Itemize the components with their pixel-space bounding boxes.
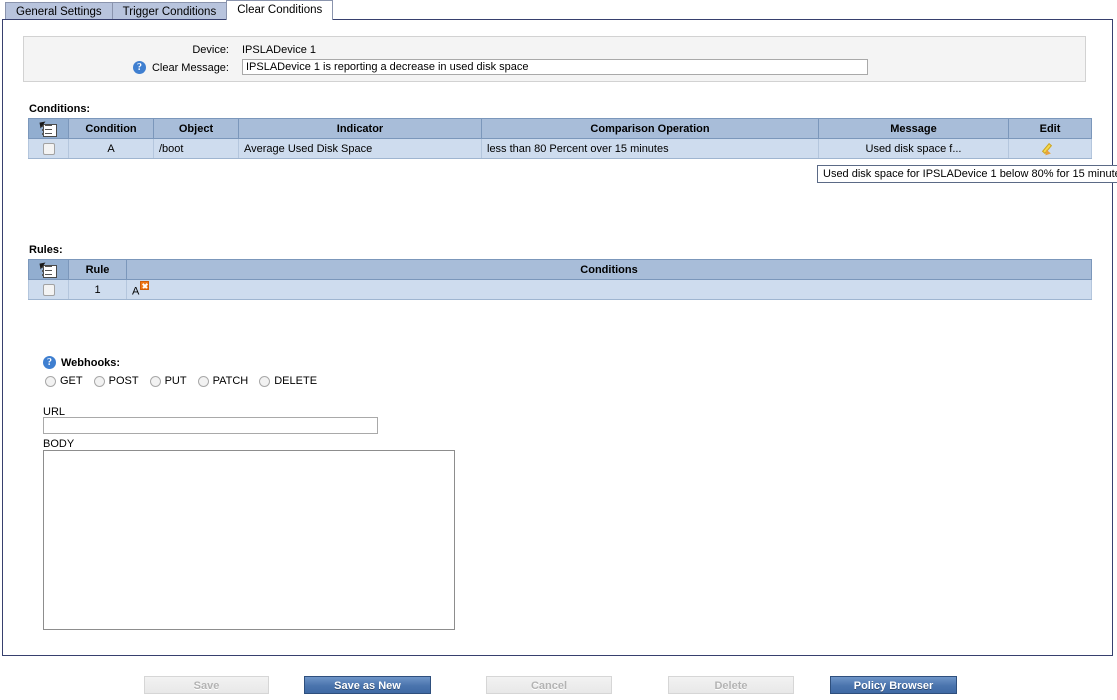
rules-col-conditions[interactable]: Conditions <box>126 259 1092 280</box>
conditions-col-edit[interactable]: Edit <box>1008 118 1092 139</box>
conditions-cell-object: /boot <box>153 138 239 159</box>
radio-label-patch: PATCH <box>212 375 249 387</box>
webhooks-title: Webhooks: <box>61 356 121 369</box>
conditions-title: Conditions: <box>29 103 91 115</box>
rules-col-rule[interactable]: Rule <box>68 259 127 280</box>
row-checkbox[interactable] <box>42 283 55 296</box>
radio-label-post: POST <box>108 375 139 387</box>
delete-button[interactable]: Delete <box>668 676 794 694</box>
conditions-cell-condition: A <box>68 138 154 159</box>
radio-method-patch[interactable]: PATCH <box>197 375 249 387</box>
radio-method-delete[interactable]: DELETE <box>259 375 317 387</box>
device-value: IPSLADevice 1 <box>242 44 316 56</box>
conditions-col-object[interactable]: Object <box>153 118 239 139</box>
rules-select-all-header[interactable] <box>28 259 69 280</box>
policy-browser-button[interactable]: Policy Browser <box>830 676 957 694</box>
conditions-cell-comparison: less than 80 Percent over 15 minutes <box>481 138 819 159</box>
pencil-edit-icon[interactable] <box>1041 142 1057 157</box>
radio-circle-icon[interactable] <box>149 375 161 387</box>
radio-method-get[interactable]: GET <box>45 375 83 387</box>
conditions-cell-edit <box>1008 138 1092 159</box>
clear-conditions-panel: Device: IPSLADevice 1 ? Clear Message: C… <box>2 19 1117 656</box>
conditions-col-indicator[interactable]: Indicator <box>238 118 482 139</box>
body-textarea[interactable] <box>43 450 455 630</box>
table-row[interactable]: 1 A <box>28 279 1092 300</box>
rule-condition-token: A <box>132 285 140 298</box>
rules-title: Rules: <box>29 244 63 256</box>
device-label: Device: <box>192 44 229 56</box>
rules-cell-conditions: A <box>126 279 1092 300</box>
clear-message-label: Clear Message: <box>151 61 229 74</box>
conditions-header-row: Condition Object Indicator Comparison Op… <box>28 118 1092 139</box>
tab-clear-conditions[interactable]: Clear Conditions <box>226 0 334 20</box>
radio-method-put[interactable]: PUT <box>149 375 187 387</box>
row-checkbox[interactable] <box>42 142 55 155</box>
device-label-row: Device: <box>24 44 229 56</box>
radio-label-put: PUT <box>164 375 187 387</box>
footer-button-bar: Save Save as New Cancel Delete Policy Br… <box>0 660 1117 700</box>
radio-label-delete: DELETE <box>274 375 318 387</box>
radio-circle-icon[interactable] <box>197 375 209 387</box>
device-header-box: Device: IPSLADevice 1 ? Clear Message: <box>23 36 1086 82</box>
select-list-icon[interactable] <box>39 262 57 278</box>
rules-table: Rule Conditions 1 A <box>28 259 1092 300</box>
webhook-method-radio-group: GET POST PUT PATCH DELETE <box>45 375 328 387</box>
delete-condition-icon[interactable] <box>140 281 150 291</box>
conditions-select-all-header[interactable] <box>28 118 69 139</box>
conditions-col-message[interactable]: Message <box>818 118 1009 139</box>
clear-message-input[interactable] <box>242 59 868 75</box>
save-as-new-button[interactable]: Save as New <box>304 676 431 694</box>
conditions-cell-indicator: Average Used Disk Space <box>238 138 482 159</box>
select-list-icon[interactable] <box>39 121 57 137</box>
rules-row-checkbox-cell <box>28 279 69 300</box>
save-button[interactable]: Save <box>144 676 269 694</box>
conditions-cell-message: Used disk space f... <box>818 138 1009 159</box>
radio-circle-icon[interactable] <box>45 375 56 387</box>
radio-method-post[interactable]: POST <box>93 375 139 387</box>
clear-message-label-row: ? Clear Message: <box>24 61 229 74</box>
conditions-col-condition[interactable]: Condition <box>68 118 154 139</box>
table-row[interactable]: A /boot Average Used Disk Space less tha… <box>28 138 1092 159</box>
conditions-col-comparison[interactable]: Comparison Operation <box>481 118 819 139</box>
url-input[interactable] <box>43 417 378 434</box>
help-icon[interactable]: ? <box>132 61 146 74</box>
tab-general-settings[interactable]: General Settings <box>5 2 113 20</box>
rules-header-row: Rule Conditions <box>28 259 1092 280</box>
webhooks-title-row: ? Webhooks: <box>43 356 120 369</box>
rules-cell-rule: 1 <box>68 279 127 300</box>
body-label: BODY <box>43 438 75 450</box>
tab-trigger-conditions[interactable]: Trigger Conditions <box>111 2 228 20</box>
conditions-row-checkbox-cell <box>28 138 69 159</box>
radio-label-get: GET <box>60 375 83 387</box>
help-icon[interactable]: ? <box>43 356 56 369</box>
radio-circle-icon[interactable] <box>259 375 271 387</box>
message-tooltip: Used disk space for IPSLADevice 1 below … <box>817 165 1117 183</box>
radio-circle-icon[interactable] <box>93 375 105 387</box>
conditions-table: Condition Object Indicator Comparison Op… <box>28 118 1092 159</box>
tab-strip: General Settings Trigger Conditions Clea… <box>0 0 1117 20</box>
cancel-button[interactable]: Cancel <box>486 676 612 694</box>
device-value-row: IPSLADevice 1 <box>242 44 316 56</box>
